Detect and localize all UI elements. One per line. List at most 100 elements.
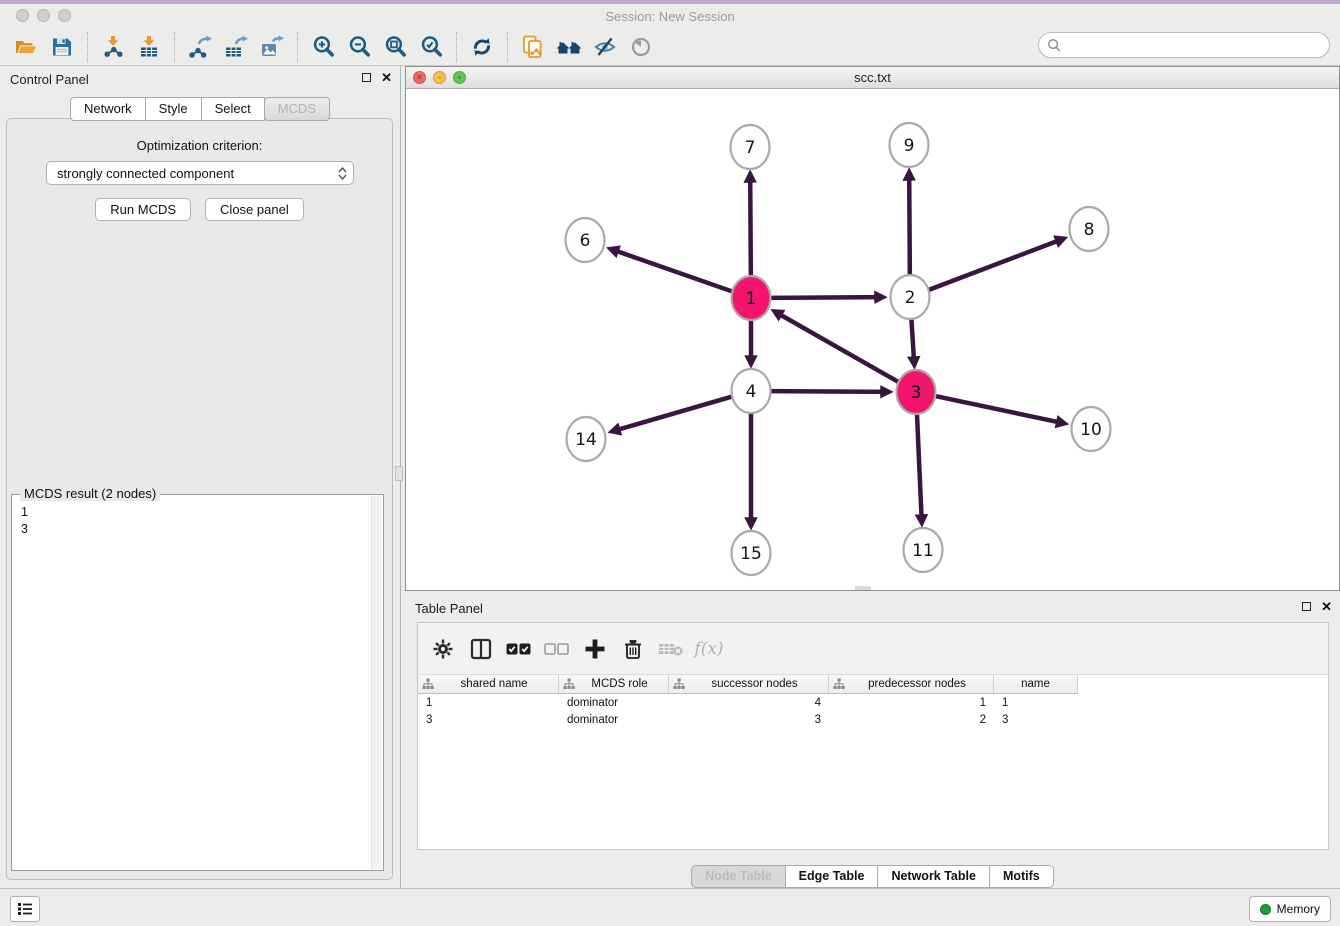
column-header-mcds-role[interactable]: MCDS role bbox=[559, 675, 669, 694]
memory-button[interactable]: Memory bbox=[1249, 896, 1331, 922]
window-zoom-button[interactable] bbox=[58, 9, 71, 22]
graph-edge-3-10[interactable] bbox=[934, 396, 1065, 424]
network-close-button[interactable]: ✕ bbox=[413, 71, 426, 84]
result-scrollbar[interactable] bbox=[371, 496, 382, 869]
table-row[interactable]: 3 dominator 3 2 3 bbox=[418, 711, 1328, 728]
graph-edge-2-8[interactable] bbox=[927, 239, 1064, 291]
main-toolbar bbox=[0, 28, 1340, 66]
toolbar-separator bbox=[174, 32, 175, 62]
zoom-out-icon[interactable] bbox=[341, 32, 377, 62]
tab-network[interactable]: Network bbox=[70, 97, 146, 121]
deselect-all-icon[interactable] bbox=[540, 633, 574, 665]
tab-motifs[interactable]: Motifs bbox=[989, 865, 1054, 888]
import-table-icon[interactable] bbox=[131, 32, 167, 62]
graph-node-label-14: 14 bbox=[575, 430, 597, 450]
close-panel-icon[interactable]: ✕ bbox=[381, 71, 392, 84]
network-canvas[interactable]: 7968124314101511 bbox=[406, 89, 1339, 590]
delete-table-icon[interactable] bbox=[654, 633, 688, 665]
tab-style[interactable]: Style bbox=[145, 97, 202, 121]
column-view-icon[interactable] bbox=[464, 633, 498, 665]
table-settings-icon[interactable] bbox=[426, 633, 460, 665]
network-window-titlebar[interactable]: ✕ − + scc.txt bbox=[406, 67, 1339, 89]
select-all-icon[interactable] bbox=[502, 633, 536, 665]
node-table-header: shared name MCDS role successor nodes pr… bbox=[418, 675, 1328, 694]
column-header-name[interactable]: name bbox=[994, 675, 1078, 694]
cell-predecessor-nodes[interactable]: 1 bbox=[829, 694, 994, 711]
column-header-shared-name[interactable]: shared name bbox=[418, 675, 559, 694]
dropdown-stepper-icon bbox=[338, 167, 347, 180]
delete-column-icon[interactable] bbox=[616, 633, 650, 665]
graph-node-label-2: 2 bbox=[905, 288, 916, 308]
hierarchy-icon bbox=[673, 678, 685, 690]
optimization-criterion-label: Optimization criterion: bbox=[7, 138, 392, 153]
network-zoom-button[interactable]: + bbox=[453, 71, 466, 84]
canvas-resize-grip[interactable] bbox=[855, 586, 871, 590]
tab-mcds[interactable]: MCDS bbox=[264, 97, 330, 121]
close-table-panel-icon[interactable]: ✕ bbox=[1321, 600, 1332, 613]
import-network-icon[interactable] bbox=[95, 32, 131, 62]
graph-edge-4-14[interactable] bbox=[612, 396, 734, 431]
graph-edge-3-1[interactable] bbox=[774, 311, 900, 383]
save-session-icon[interactable] bbox=[44, 32, 80, 62]
table-row[interactable]: 1 dominator 4 1 1 bbox=[418, 694, 1328, 711]
column-header-successor-nodes[interactable]: successor nodes bbox=[669, 675, 829, 694]
zoom-selected-icon[interactable] bbox=[413, 32, 449, 62]
open-session-icon[interactable] bbox=[8, 32, 44, 62]
window-minimize-button[interactable] bbox=[37, 9, 50, 22]
splitter-handle[interactable] bbox=[395, 466, 403, 481]
cell-name[interactable]: 1 bbox=[994, 694, 1078, 711]
cell-successor-nodes[interactable]: 4 bbox=[669, 694, 829, 711]
graph-node-label-1: 1 bbox=[746, 289, 757, 309]
mcds-result-list[interactable]: 1 3 bbox=[13, 498, 370, 869]
cell-mcds-role[interactable]: dominator bbox=[559, 694, 669, 711]
function-builder-icon[interactable]: f(x) bbox=[692, 633, 726, 665]
tab-select[interactable]: Select bbox=[201, 97, 265, 121]
refresh-icon[interactable] bbox=[464, 32, 500, 62]
cell-name[interactable]: 3 bbox=[994, 711, 1078, 728]
hide-graphics-details-icon[interactable] bbox=[587, 32, 623, 62]
add-column-icon[interactable] bbox=[578, 633, 612, 665]
graph-edge-2-9[interactable] bbox=[909, 172, 910, 279]
cell-mcds-role[interactable]: dominator bbox=[559, 711, 669, 728]
criterion-dropdown[interactable]: strongly connected component bbox=[46, 161, 354, 185]
export-image-icon[interactable] bbox=[254, 32, 290, 62]
cell-shared-name[interactable]: 3 bbox=[418, 711, 559, 728]
network-minimize-button[interactable]: − bbox=[433, 71, 446, 84]
export-network-icon[interactable] bbox=[182, 32, 218, 62]
task-history-button[interactable] bbox=[10, 896, 40, 922]
zoom-fit-icon[interactable] bbox=[377, 32, 413, 62]
export-table-icon[interactable] bbox=[218, 32, 254, 62]
hierarchy-icon bbox=[563, 678, 575, 690]
graph-node-label-8: 8 bbox=[1084, 220, 1095, 240]
run-mcds-button[interactable]: Run MCDS bbox=[95, 198, 191, 221]
cell-successor-nodes[interactable]: 3 bbox=[669, 711, 829, 728]
table-toolbar: f(x) bbox=[418, 623, 1328, 675]
control-panel-title: Control Panel bbox=[10, 72, 89, 87]
float-table-panel-icon[interactable] bbox=[1302, 602, 1311, 611]
graph-edge-3-11[interactable] bbox=[917, 410, 922, 523]
tab-node-table[interactable]: Node Table bbox=[691, 865, 785, 888]
cell-shared-name[interactable]: 1 bbox=[418, 694, 559, 711]
network-view-window: ✕ − + scc.txt 7968124314101511 bbox=[405, 66, 1340, 591]
graph-edge-2-3[interactable] bbox=[911, 315, 914, 365]
graph-edge-1-6[interactable] bbox=[610, 249, 734, 292]
show-graphics-details-icon[interactable] bbox=[623, 32, 659, 62]
zoom-in-icon[interactable] bbox=[305, 32, 341, 62]
graph-edge-1-7[interactable] bbox=[750, 174, 751, 280]
tab-edge-table[interactable]: Edge Table bbox=[785, 865, 879, 888]
float-panel-icon[interactable] bbox=[362, 73, 371, 82]
search-input[interactable] bbox=[1067, 35, 1329, 55]
criterion-value: strongly connected component bbox=[57, 166, 338, 181]
window-close-button[interactable] bbox=[16, 9, 29, 22]
graph-edge-4-3[interactable] bbox=[769, 391, 889, 392]
graph-node-label-15: 15 bbox=[740, 544, 762, 564]
cell-predecessor-nodes[interactable]: 2 bbox=[829, 711, 994, 728]
toolbar-separator bbox=[87, 32, 88, 62]
duplicate-network-documents-icon[interactable] bbox=[515, 32, 551, 62]
search-field[interactable] bbox=[1038, 32, 1330, 58]
graph-edge-1-2[interactable] bbox=[769, 297, 883, 298]
close-panel-button[interactable]: Close panel bbox=[205, 198, 304, 221]
tab-network-table[interactable]: Network Table bbox=[877, 865, 990, 888]
home-icon[interactable] bbox=[551, 32, 587, 62]
column-header-predecessor-nodes[interactable]: predecessor nodes bbox=[829, 675, 994, 694]
